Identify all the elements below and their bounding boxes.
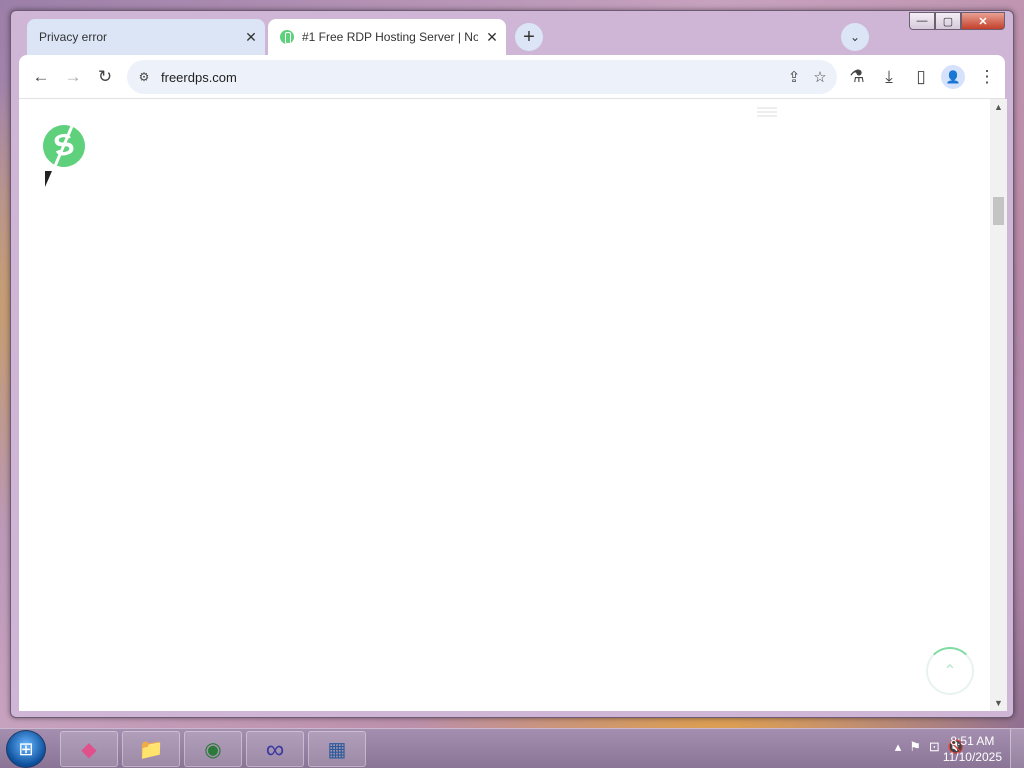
back-button[interactable]: ← <box>27 63 55 91</box>
action-center-flag-icon[interactable]: ⚑ <box>909 739 921 755</box>
reload-button[interactable]: ↻ <box>91 63 119 91</box>
scroll-down-icon[interactable]: ▼ <box>990 695 1007 711</box>
taskbar: ⊞ ◆ 📁 ◉ ∞ ▦ ▴ ⚑ ⊡ 🔇 8:51 AM 11/10/2025 <box>0 728 1024 768</box>
page-scrollbar[interactable]: ▲ ▼ <box>990 99 1007 711</box>
infinity-app-icon[interactable]: ∞ <box>246 731 304 767</box>
chrome-icon[interactable]: ◉ <box>184 731 242 767</box>
clock-time: 8:51 AM <box>950 734 995 748</box>
browser-toolbar: ← → ↻ ⚙ freerdps.com ⇪ ☆ ⚗ ⤓ ▯ 👤 ⋮ <box>19 55 1005 99</box>
tab-search-button[interactable]: ⌄ <box>841 23 869 51</box>
tab-close-icon[interactable]: ✕ <box>237 29 265 46</box>
tab-title: #1 Free RDP Hosting Server | No <box>302 30 478 44</box>
freerdps-logo-icon[interactable]: S <box>39 121 89 171</box>
bookmark-star-icon[interactable]: ☆ <box>809 66 831 88</box>
tray-overflow-icon[interactable]: ▴ <box>895 739 902 755</box>
start-button[interactable]: ⊞ <box>6 730 46 768</box>
show-desktop-button[interactable] <box>1010 729 1024 768</box>
clock-date: 11/10/2025 <box>942 750 1002 764</box>
browser-window: — ▢ ✕ Privacy error ✕ #1 Free RDP Hostin… <box>10 10 1014 718</box>
tab-close-icon[interactable]: ✕ <box>478 29 506 46</box>
scroll-up-icon[interactable]: ▲ <box>990 99 1007 115</box>
back-to-top-button[interactable]: ⌃ <box>926 647 974 695</box>
page-content: S ⌃ <box>19 99 990 711</box>
system-clock[interactable]: 8:51 AM 11/10/2025 <box>943 733 1002 765</box>
freerdps-favicon-icon <box>280 30 294 44</box>
forward-button[interactable]: → <box>59 63 87 91</box>
site-settings-icon[interactable]: ⚙ <box>135 68 153 86</box>
labs-icon[interactable]: ⚗ <box>843 63 871 91</box>
profile-avatar-icon[interactable]: 👤 <box>941 65 965 89</box>
tab-title: Privacy error <box>39 30 108 44</box>
downloads-icon[interactable]: ⤓ <box>875 63 903 91</box>
network-icon[interactable]: ⊡ <box>929 739 940 755</box>
new-tab-button[interactable]: + <box>515 23 543 51</box>
address-bar[interactable]: ⚙ freerdps.com ⇪ ☆ <box>127 60 837 94</box>
app-diamond-icon[interactable]: ◆ <box>60 731 118 767</box>
menu-kebab-icon[interactable]: ⋮ <box>973 63 1001 91</box>
tab-strip: Privacy error ✕ #1 Free RDP Hosting Serv… <box>19 19 1005 55</box>
hamburger-menu-icon[interactable] <box>757 107 777 117</box>
side-panel-icon[interactable]: ▯ <box>907 63 935 91</box>
mouse-pointer-icon <box>45 171 59 187</box>
image-viewer-icon[interactable]: ▦ <box>308 731 366 767</box>
tab-freerdps[interactable]: #1 Free RDP Hosting Server | No ✕ <box>268 19 506 55</box>
file-explorer-icon[interactable]: 📁 <box>122 731 180 767</box>
tab-privacy-error[interactable]: Privacy error ✕ <box>27 19 265 55</box>
url-text[interactable]: freerdps.com <box>161 70 237 85</box>
scroll-thumb[interactable] <box>993 197 1004 225</box>
share-icon[interactable]: ⇪ <box>783 66 805 88</box>
